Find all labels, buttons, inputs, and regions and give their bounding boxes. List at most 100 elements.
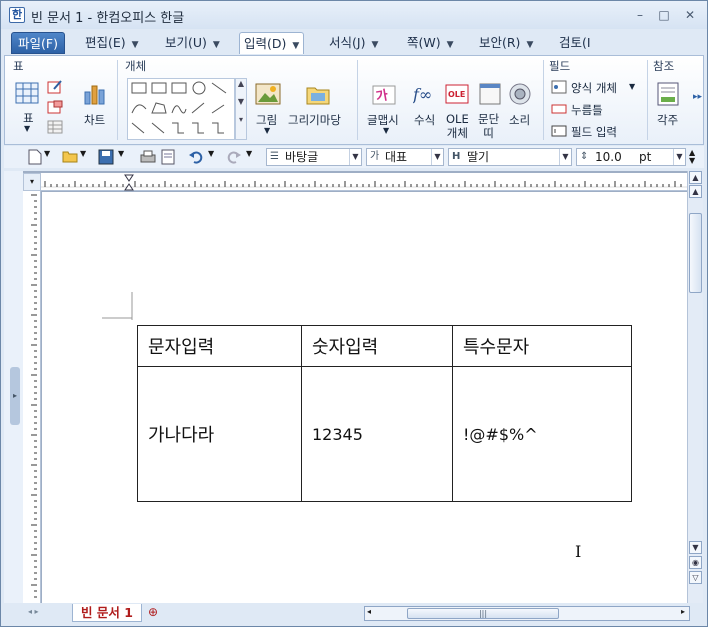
group-label-table: 표 xyxy=(13,59,24,73)
document-table[interactable]: 문자입력 숫자입력 특수문자 가나다라 12345 !@#$%^ xyxy=(137,325,632,502)
vertical-scrollbar[interactable]: ▲ ▲ ▼ ◉ ▽ xyxy=(687,171,703,603)
drawing-clipart-icon[interactable] xyxy=(305,82,331,109)
table-cell[interactable]: 12345 xyxy=(301,366,453,502)
font-language-combo[interactable]: 가 대표 ▼ xyxy=(366,148,444,166)
new-document-icon[interactable] xyxy=(28,149,44,165)
formula-label: 수식 xyxy=(414,113,436,127)
print-preview-icon[interactable] xyxy=(160,149,176,165)
prev-page-icon[interactable]: ◉ xyxy=(689,556,702,569)
menu-view[interactable]: 보기(U) ▼ xyxy=(161,32,224,54)
chevron-down-icon[interactable]: ▼ xyxy=(264,126,270,135)
table-cell[interactable]: !@#$%^ xyxy=(452,366,632,502)
click-here-icon[interactable] xyxy=(551,102,567,119)
table-header-cell[interactable]: 문자입력 xyxy=(137,325,302,367)
gallery-scroll[interactable]: ▲ ▼ ▾ xyxy=(235,78,247,140)
maximize-button[interactable]: □ xyxy=(655,8,673,22)
menu-security[interactable]: 보안(R) ▼ xyxy=(475,32,537,54)
click-here-label[interactable]: 누름틀 xyxy=(571,102,603,118)
font-language-icon: 가 xyxy=(370,151,380,162)
redo-icon[interactable] xyxy=(226,149,242,165)
table-grid-icon[interactable] xyxy=(47,120,63,137)
menu-review[interactable]: 검토(I xyxy=(555,32,595,54)
shape-gallery[interactable] xyxy=(127,78,235,140)
chevron-down-icon: ▼ xyxy=(131,40,139,50)
chevron-down-icon[interactable]: ▼ xyxy=(431,149,443,165)
ole-object-icon[interactable]: OLE xyxy=(445,82,469,109)
drawing-label: 그리기마당 xyxy=(288,113,341,127)
ole-label: OLE 개체 xyxy=(446,112,469,140)
sidebar-expand-handle[interactable]: ▸ xyxy=(10,367,20,425)
chevron-down-icon[interactable]: ▼ xyxy=(629,82,635,91)
bottom-bar: ◂ ▸ 빈 문서 1 ⊕ ◂ ||| ▸ xyxy=(4,604,704,622)
vertical-ruler[interactable] xyxy=(23,191,41,603)
field-input-icon[interactable] xyxy=(551,124,567,141)
document-tab[interactable]: 빈 문서 1 xyxy=(72,604,142,622)
svg-text:f∞: f∞ xyxy=(413,85,432,104)
chart-icon[interactable] xyxy=(83,82,107,109)
chevron-down-icon[interactable]: ▼ xyxy=(246,149,262,165)
undo-icon[interactable] xyxy=(188,149,204,165)
scroll-up-icon[interactable]: ▲ xyxy=(689,171,702,184)
chevron-down-icon[interactable]: ▼ xyxy=(80,149,96,165)
menu-edit[interactable]: 편집(E) ▼ xyxy=(81,32,143,54)
ribbon-separator xyxy=(117,60,118,140)
font-combo[interactable]: H 딸기 ▼ xyxy=(448,148,572,166)
new-tab-icon[interactable]: ⊕ xyxy=(148,605,158,619)
field-input-label[interactable]: 필드 입력 xyxy=(571,124,617,140)
font-size-unit: pt xyxy=(639,150,652,164)
draw-table-icon[interactable] xyxy=(47,80,63,97)
hwp-app-icon[interactable]: 한 xyxy=(9,7,25,23)
menu-format[interactable]: 서식(J) ▼ xyxy=(325,32,382,54)
chevron-down-icon[interactable]: ▼ xyxy=(24,124,30,133)
paragraph-band-icon[interactable] xyxy=(479,82,501,109)
form-object-label[interactable]: 양식 개체 xyxy=(571,80,617,96)
tab-nav-icon[interactable]: ◂ ▸ xyxy=(28,607,39,616)
chevron-down-icon[interactable]: ▼ xyxy=(118,149,134,165)
menu-file[interactable]: 파일(F) xyxy=(11,32,65,54)
horizontal-scroll-thumb[interactable]: ||| xyxy=(407,608,559,619)
horizontal-scrollbar[interactable]: ◂ ||| ▸ xyxy=(364,606,690,621)
menu-input-label: 입력(D) xyxy=(244,36,287,51)
horizontal-ruler[interactable] xyxy=(41,173,687,191)
chevron-down-icon[interactable]: ▼ xyxy=(349,149,361,165)
minimize-button[interactable]: – xyxy=(631,8,649,22)
table-header-cell[interactable]: 특수문자 xyxy=(452,325,632,367)
formula-icon[interactable]: f∞ xyxy=(412,82,439,109)
font-size-spinner[interactable]: ▲ ▼ xyxy=(689,149,705,165)
table-cell[interactable]: 가나다라 xyxy=(137,366,302,502)
chevron-down-icon[interactable]: ▼ xyxy=(383,126,389,135)
table-icon[interactable] xyxy=(15,82,39,107)
open-folder-icon[interactable] xyxy=(62,149,78,165)
textart-icon[interactable]: 가 xyxy=(371,82,397,109)
form-object-icon[interactable] xyxy=(551,80,567,97)
scroll-down-icon[interactable]: ▼ xyxy=(689,541,702,554)
print-icon[interactable] xyxy=(140,149,156,165)
vertical-scroll-thumb[interactable] xyxy=(689,213,702,293)
scroll-right-icon[interactable]: ▸ xyxy=(681,607,685,616)
footnote-icon[interactable] xyxy=(657,82,679,109)
scroll-up-double-icon[interactable]: ▲ xyxy=(689,185,702,198)
table-header-cell[interactable]: 숫자입력 xyxy=(301,325,453,367)
next-page-icon[interactable]: ▽ xyxy=(689,571,702,584)
scroll-left-icon[interactable]: ◂ xyxy=(367,607,371,616)
menu-page[interactable]: 쪽(W) ▼ xyxy=(403,32,458,54)
text-cursor-icon: I xyxy=(575,542,582,561)
style-value: 바탕글 xyxy=(285,150,319,164)
chevron-down-icon[interactable]: ▼ xyxy=(208,149,224,165)
picture-icon[interactable] xyxy=(255,82,281,109)
ruler-corner-icon[interactable]: ▾ xyxy=(23,173,41,191)
font-size-icon: ⇕ xyxy=(580,151,589,162)
font-size-combo[interactable]: ⇕ 10.0 pt ▼ xyxy=(576,148,686,166)
style-combo[interactable]: ☰ 바탕글 ▼ xyxy=(266,148,362,166)
ribbon-more-icon[interactable]: ▸▸ xyxy=(693,92,702,102)
sound-icon[interactable] xyxy=(508,82,532,109)
chevron-down-icon[interactable]: ▼ xyxy=(44,149,60,165)
menu-input[interactable]: 입력(D) ▼ xyxy=(239,32,305,54)
chevron-down-icon[interactable]: ▼ xyxy=(673,149,685,165)
chevron-down-icon[interactable]: ▼ xyxy=(559,149,571,165)
save-icon[interactable] xyxy=(98,149,114,165)
erase-table-icon[interactable] xyxy=(47,100,63,117)
table-row: 가나다라 12345 !@#$%^ xyxy=(137,366,632,502)
paragraph-label: 문단 띠 xyxy=(478,112,500,140)
close-button[interactable]: ✕ xyxy=(681,8,699,22)
